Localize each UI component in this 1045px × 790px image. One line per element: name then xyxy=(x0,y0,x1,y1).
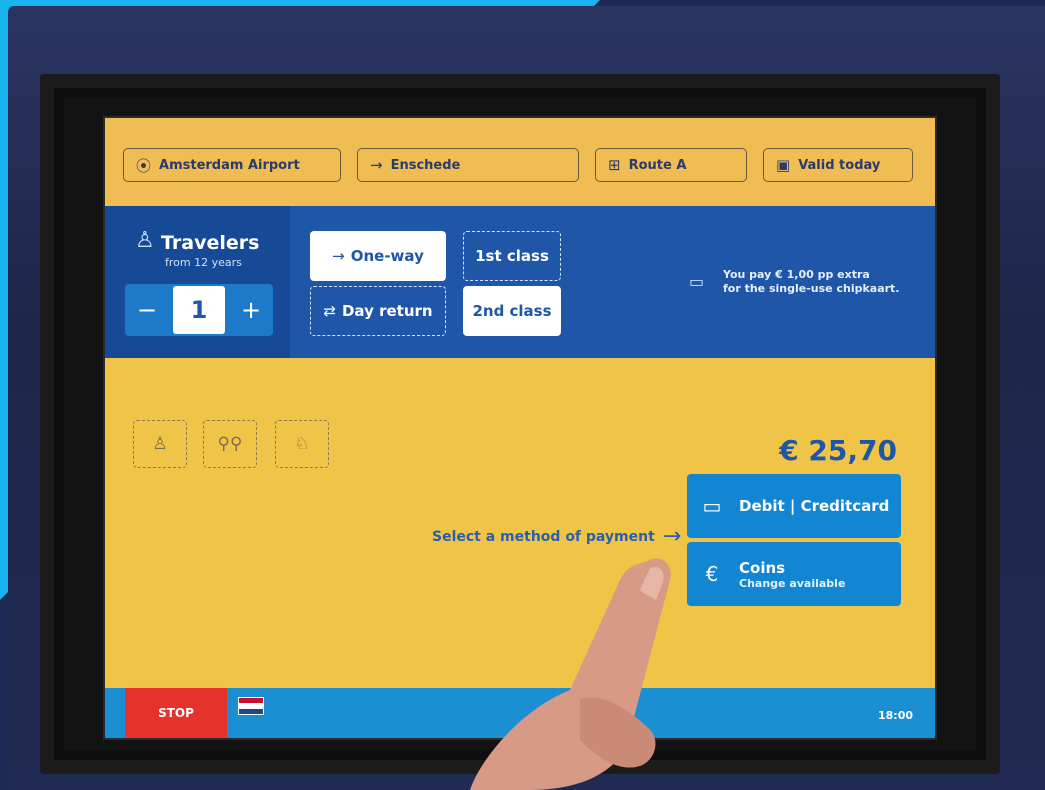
one-way-option[interactable]: → One-way xyxy=(310,231,446,281)
extra-person-button[interactable]: ♙ xyxy=(133,420,187,468)
day-return-label: Day return xyxy=(341,302,433,320)
route-button[interactable]: ⊞ Route A xyxy=(595,148,747,182)
bicycle-icon: ⚲⚲ xyxy=(217,434,243,454)
return-arrows-icon: ⇄ xyxy=(323,302,336,320)
travelers-stepper: − 1 + xyxy=(125,284,273,336)
travelers-section: ♙ Travelers from 12 years − 1 + xyxy=(105,206,290,358)
arrow-right-icon: → xyxy=(370,156,383,174)
calendar-icon: ▣ xyxy=(776,156,791,174)
chipcard-info-line1: You pay € 1,00 pp extra xyxy=(723,268,870,281)
arrow-right-icon: → xyxy=(332,247,345,265)
card-payment-button[interactable]: ▭ Debit | Creditcard xyxy=(687,474,901,538)
coins-payment-text: Coins Change available xyxy=(739,559,845,590)
first-class-option[interactable]: 1st class xyxy=(463,231,561,281)
ticket-options-panel: ♙ Travelers from 12 years − 1 + → One-wa… xyxy=(105,206,935,358)
day-return-option[interactable]: ⇄ Day return xyxy=(310,286,446,336)
decrease-travelers-button[interactable]: − xyxy=(125,284,169,336)
travelers-count: 1 xyxy=(173,286,225,334)
stop-button[interactable]: STOP xyxy=(125,688,227,738)
travelers-subtitle: from 12 years xyxy=(165,256,242,269)
to-station-label: Enschede xyxy=(390,157,461,173)
rail-track-icon: ⊞ xyxy=(608,156,621,174)
validity-button[interactable]: ▣ Valid today xyxy=(763,148,913,182)
second-class-option[interactable]: 2nd class xyxy=(463,286,561,336)
dutch-flag-icon[interactable] xyxy=(238,697,264,715)
journey-header: ⦿ Amsterdam Airport → Enschede ⊞ Route A… xyxy=(105,118,935,206)
card-payment-label: Debit | Creditcard xyxy=(739,497,890,515)
increase-travelers-button[interactable]: + xyxy=(229,284,273,336)
chipcard-info: You pay € 1,00 pp extra for the single-u… xyxy=(723,268,899,296)
bicycle-button[interactable]: ⚲⚲ xyxy=(203,420,257,468)
card-icon: ▭ xyxy=(702,494,722,518)
pointing-finger xyxy=(470,558,671,790)
coins-sublabel: Change available xyxy=(739,576,846,590)
travelers-title: Travelers xyxy=(161,232,260,254)
dog-button[interactable]: ♘ xyxy=(275,420,329,468)
to-station-button[interactable]: → Enschede xyxy=(357,148,579,182)
coins-payment-button[interactable]: € Coins Change available xyxy=(687,542,901,606)
from-station-label: Amsterdam Airport xyxy=(159,157,300,173)
chipcard-info-line2: for the single-use chipkaart. xyxy=(723,282,900,295)
location-pin-icon: ⦿ xyxy=(136,156,152,175)
person-icon: ♙ xyxy=(135,228,155,253)
ticket-price: € 25,70 xyxy=(779,434,897,467)
coins-label: Coins xyxy=(739,558,786,577)
clock: 18:00 xyxy=(877,709,913,722)
validity-label: Valid today xyxy=(798,157,881,173)
from-station-button[interactable]: ⦿ Amsterdam Airport xyxy=(123,148,341,182)
first-class-label: 1st class xyxy=(475,247,549,265)
person-icon: ♙ xyxy=(152,434,168,454)
coins-icon: € xyxy=(705,562,719,586)
route-label: Route A xyxy=(628,157,687,173)
chipcard-icon: ▭ xyxy=(689,272,705,291)
second-class-label: 2nd class xyxy=(472,302,552,320)
one-way-label: One-way xyxy=(350,247,424,265)
dog-icon: ♘ xyxy=(294,434,310,454)
